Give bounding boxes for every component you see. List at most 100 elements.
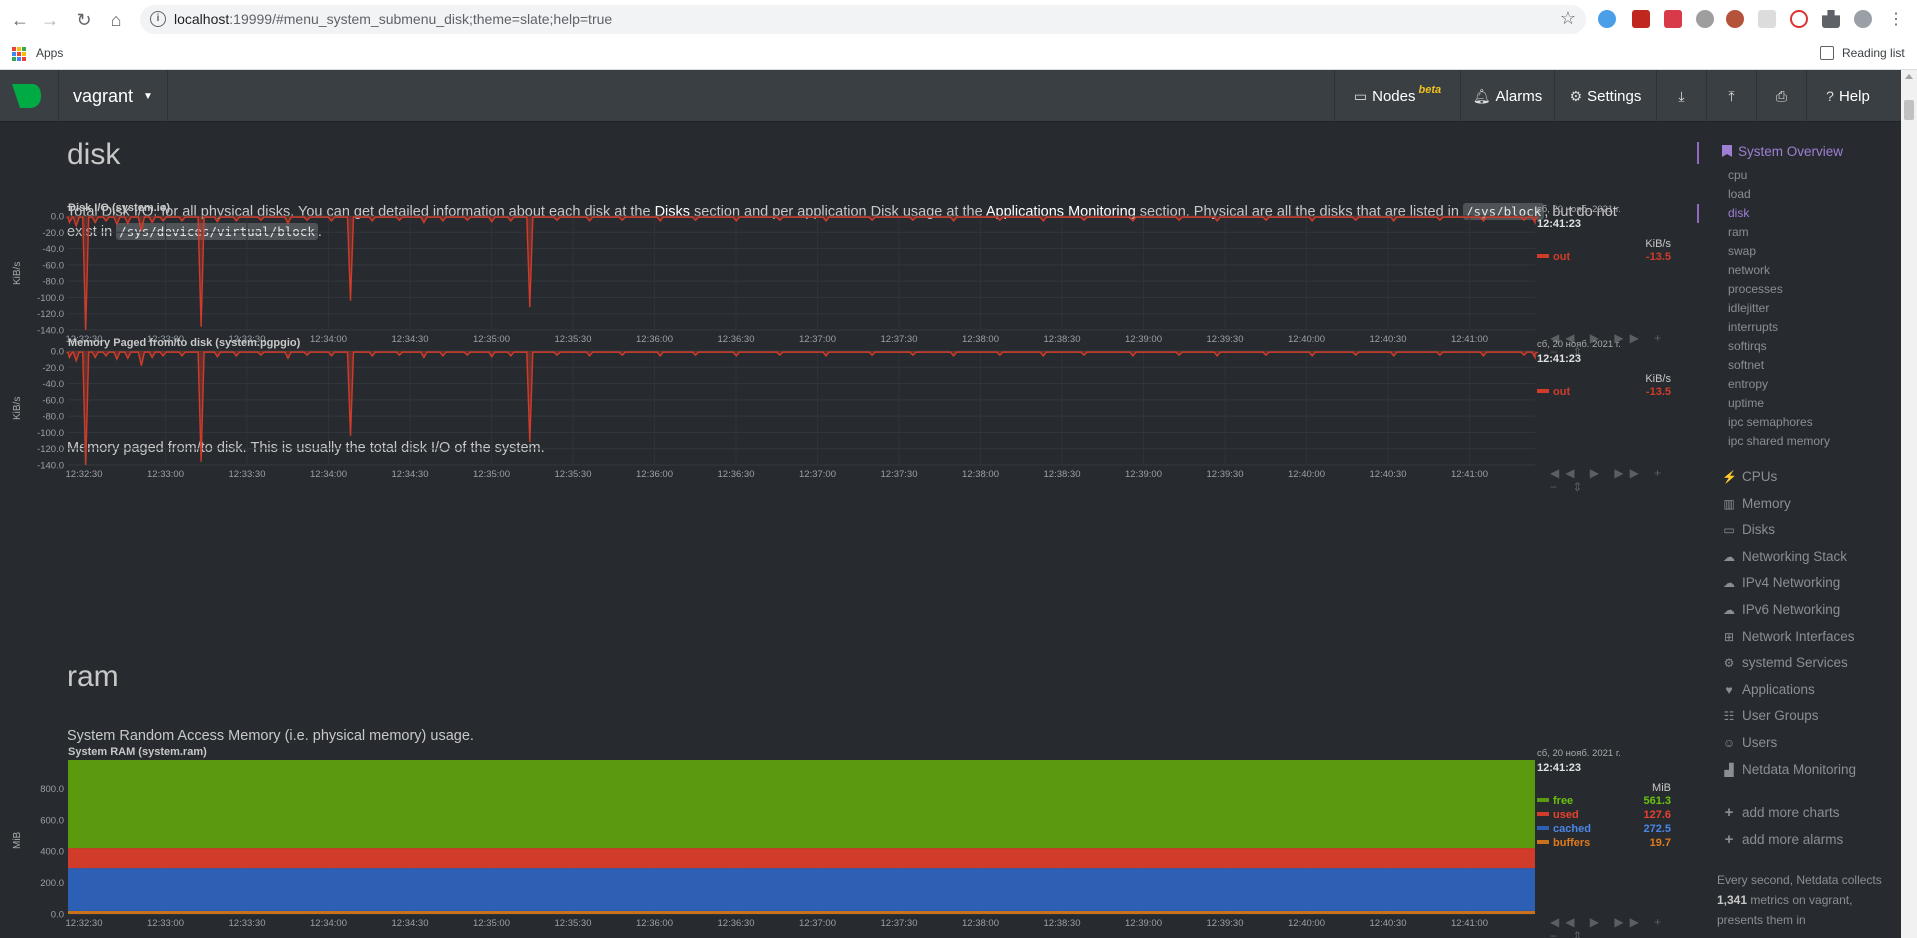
chart-system-io[interactable]: 0.0 -20.0 -40.0 -60.0 -80.0 -100.0 -120.0 -140.… xyxy=(0,122,1680,359)
address-bar[interactable]: i localhost:19999/#menu_system_submenu_d… xyxy=(140,5,1586,34)
extension-grey-icon[interactable] xyxy=(1696,10,1714,28)
sidebar-group-memory[interactable]: ▥ Memory xyxy=(1722,496,1790,511)
legend-row-out[interactable]: out -13.5 xyxy=(1537,250,1671,264)
sidebar-subitem-network[interactable]: network xyxy=(1728,263,1770,277)
sidebar-subitem-load[interactable]: load xyxy=(1728,187,1751,201)
host-selector[interactable]: vagrant ▼ xyxy=(58,70,168,122)
nav-print[interactable]: ⎙ xyxy=(1756,70,1806,122)
browser-menu-icon[interactable]: ⋮ xyxy=(1884,8,1908,32)
chart-toolbox[interactable]: ◀◀ ▶ ▶▶ + − ⇕ xyxy=(1550,915,1680,938)
legend-series-name: buffers xyxy=(1537,836,1590,850)
sidebar-group-cpus[interactable]: ⚡ CPUs xyxy=(1722,469,1777,484)
sidebar-subitem-cpu[interactable]: cpu xyxy=(1728,168,1747,182)
x-tick-label: 12:32:30 xyxy=(66,918,103,929)
series-line-out xyxy=(66,351,1539,466)
sidebar-subitem-processes[interactable]: processes xyxy=(1728,282,1783,296)
chart-toolbox[interactable]: ◀◀ ▶ ▶▶ + − ⇕ xyxy=(1550,466,1680,494)
chart-canvas[interactable]: 0.0 -20.0 -40.0 -60.0 -80.0 -100.0 -120.0 -140.… xyxy=(0,298,1680,480)
series-area-free xyxy=(68,759,1535,849)
nav-upload[interactable]: ⤒ xyxy=(1706,70,1756,122)
nav-alarms-label: Alarms xyxy=(1495,87,1543,105)
page-scrollbar[interactable] xyxy=(1901,70,1917,938)
sidebar-group-netdata-monitoring[interactable]: ▟ Netdata Monitoring xyxy=(1722,762,1856,777)
legend-row-out[interactable]: out -13.5 xyxy=(1537,385,1671,399)
sidebar-subitem-softnet[interactable]: softnet xyxy=(1728,358,1764,372)
extension-pdf-icon[interactable] xyxy=(1632,10,1650,28)
sidebar-group-label: Applications xyxy=(1742,681,1815,697)
nav-nodes[interactable]: ▭ Nodes beta xyxy=(1334,70,1460,122)
scroll-thumb[interactable] xyxy=(1904,100,1914,120)
x-tick-label: 12:34:30 xyxy=(392,918,429,929)
profile-avatar-icon[interactable] xyxy=(1854,10,1872,28)
extension-avatar-icon[interactable] xyxy=(1726,10,1744,28)
nav-alarms[interactable]: 🔔︎ Alarms xyxy=(1460,70,1554,122)
apps-link[interactable]: Apps xyxy=(36,46,63,60)
sidebar-system-overview[interactable]: System Overview xyxy=(1722,144,1843,159)
sidebar-group-applications[interactable]: ♥ Applications xyxy=(1722,681,1815,697)
url-text[interactable]: localhost:19999/#menu_system_submenu_dis… xyxy=(174,11,612,27)
chart-system-pgpgio[interactable]: 0.0 -20.0 -40.0 -60.0 -80.0 -100.0 -120.0 -140.… xyxy=(0,298,1680,494)
sidebar-subitem-disk[interactable]: disk xyxy=(1728,206,1749,220)
nav-settings[interactable]: ⚙ Settings xyxy=(1554,70,1656,122)
monitor-icon: ▭ xyxy=(1353,87,1368,104)
sidebar-subitem-uptime[interactable]: uptime xyxy=(1728,396,1764,410)
chart-system-ram[interactable]: 800.0 600.0 400.0 200.0 0.0 12:32:30 12:33:00 1… xyxy=(0,746,1680,938)
sidebar-action-add-more-charts[interactable]: + add more charts xyxy=(1722,804,1840,821)
forward-icon[interactable]: → xyxy=(38,8,62,32)
extension-cloud-icon[interactable] xyxy=(1598,10,1616,28)
back-icon[interactable]: ← xyxy=(8,8,32,32)
extension-circle-icon[interactable] xyxy=(1790,10,1808,28)
sidebar-subitem-softirqs[interactable]: softirqs xyxy=(1728,339,1767,353)
sidebar-group-network-interfaces[interactable]: ⊞ Network Interfaces xyxy=(1722,629,1855,644)
home-icon[interactable]: ⌂ xyxy=(104,8,128,32)
series-area-used xyxy=(68,848,1535,869)
sidebar-group-systemd-services[interactable]: ⚙ systemd Services xyxy=(1722,655,1848,670)
nav-help[interactable]: ? Help xyxy=(1806,70,1889,122)
sidebar-subitem-interrupts[interactable]: interrupts xyxy=(1728,320,1778,334)
legend-row-cached[interactable]: cached 272.5 xyxy=(1537,822,1671,836)
legend-row-free[interactable]: free 561.3 xyxy=(1537,794,1671,808)
extensions-puzzle-icon[interactable] xyxy=(1822,10,1840,28)
sidebar-subitem-idlejitter[interactable]: idlejitter xyxy=(1728,301,1769,315)
sidebar-group-disks[interactable]: ▭ Disks xyxy=(1722,522,1775,537)
sidebar-group-users[interactable]: ☺ Users xyxy=(1722,735,1777,750)
reading-list-link[interactable]: Reading list xyxy=(1842,46,1905,60)
extension-tray-icon[interactable] xyxy=(1758,10,1776,28)
chart-legend: сб, 20 нояб. 2021 г. 12:41:23 KiB/s out -13.… xyxy=(1537,339,1671,399)
y-axis-label: KiB/s xyxy=(12,396,23,420)
site-info-icon[interactable]: i xyxy=(150,11,166,27)
legend-row-used[interactable]: used 127.6 xyxy=(1537,808,1671,822)
bookmark-star-icon[interactable]: ☆ xyxy=(1560,8,1576,29)
x-tick-label: 12:35:30 xyxy=(555,918,592,929)
y-tick-label: 0.0 xyxy=(51,212,64,223)
extension-red-icon[interactable] xyxy=(1664,10,1682,28)
sitemap-icon: ⊞ xyxy=(1723,629,1735,644)
nav-download[interactable]: ⤓ xyxy=(1656,70,1706,122)
sidebar-subitem-ipc-shared-memory[interactable]: ipc shared memory xyxy=(1728,434,1830,448)
y-tick-label: -20.0 xyxy=(42,228,64,239)
y-tick-label: 400.0 xyxy=(40,847,64,858)
sidebar-subitem-ipc-semaphores[interactable]: ipc semaphores xyxy=(1728,415,1813,429)
netdata-header: vagrant ▼ ▭ Nodes beta 🔔︎ Alarms ⚙ Setti… xyxy=(0,70,1901,122)
sidebar-subitem-entropy[interactable]: entropy xyxy=(1728,377,1768,391)
scroll-up-icon[interactable] xyxy=(1905,74,1913,79)
sidebar-action-add-more-alarms[interactable]: + add more alarms xyxy=(1722,831,1844,848)
sidebar-subitem-ram[interactable]: ram xyxy=(1728,225,1749,239)
reload-icon[interactable]: ↻ xyxy=(72,8,96,32)
x-tick-label: 12:36:30 xyxy=(718,469,755,480)
y-tick-label: -80.0 xyxy=(42,412,64,423)
sidebar-group-networking-stack[interactable]: ☁ Networking Stack xyxy=(1722,549,1847,564)
sidebar-group-user-groups[interactable]: ☷ User Groups xyxy=(1722,708,1819,723)
legend-row-buffers[interactable]: buffers 19.7 xyxy=(1537,836,1671,850)
x-tick-label: 12:33:00 xyxy=(147,469,184,480)
netdata-logo-icon[interactable] xyxy=(10,82,42,110)
sidebar-group-ipv6-networking[interactable]: ☁ IPv6 Networking xyxy=(1722,602,1840,617)
reading-list-icon[interactable] xyxy=(1820,46,1834,60)
y-tick-label: -140.0 xyxy=(37,461,64,472)
x-tick-label: 12:37:30 xyxy=(881,918,918,929)
sidebar-subitem-swap[interactable]: swap xyxy=(1728,244,1756,258)
nav-help-label: Help xyxy=(1838,87,1870,105)
sidebar-group-ipv4-networking[interactable]: ☁ IPv4 Networking xyxy=(1722,575,1840,590)
apps-grid-icon[interactable] xyxy=(12,47,26,61)
chart-canvas[interactable]: 800.0 600.0 400.0 200.0 0.012:32:30 12:33:00 1… xyxy=(0,749,1680,929)
